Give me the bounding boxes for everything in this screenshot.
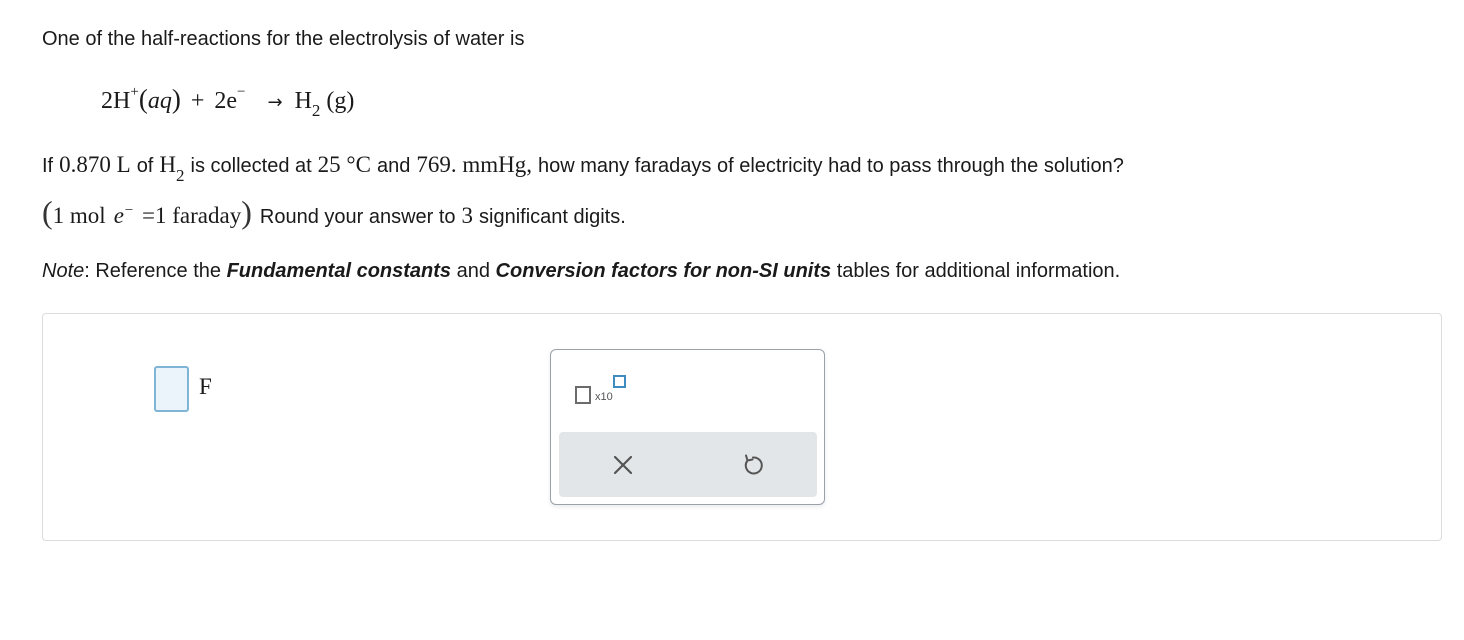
undo-button[interactable] [737,449,769,481]
electron-symbol: e− [113,202,135,228]
exponent-box-icon [613,375,626,388]
answer-panel: F x10 [42,313,1442,541]
faraday-text: 1 faraday [155,203,242,228]
answer-input[interactable] [154,366,189,412]
action-bar [559,432,817,497]
digits-count: 3 [461,203,474,228]
clear-button[interactable] [607,449,639,481]
pressure-value: 769. mmHg, [416,152,532,177]
mole-text: 1 mol [52,203,106,228]
note-label: Note [42,260,85,282]
note-intro: : Reference the [84,260,221,282]
note-tail: tables for additional information. [836,260,1121,282]
temperature-value: 25 °C [317,152,371,177]
product-h2: H2 [294,88,321,120]
scientific-notation-button[interactable]: x10 [573,372,629,412]
question-part: of [136,155,154,177]
round-instruction-tail: significant digits. [479,206,626,228]
hint-close-paren: ) [241,194,252,230]
note-text: Note: Reference the Fundamental constant… [42,260,1120,283]
reactant-ion: 2H+ [101,84,139,115]
unit-label: F [199,374,212,399]
intro-text: One of the half-reactions for the electr… [42,28,525,50]
close-icon [613,455,633,475]
state-g: (g) [326,88,355,114]
plus-sign: + [190,88,205,114]
mantissa-box-icon [575,386,591,404]
volume-value: 0.870 L [59,152,131,177]
gas-formula: H2 [159,152,185,185]
question-part: how many faradays of electricity had to … [537,155,1124,177]
question-part: and [376,155,411,177]
fundamental-constants-link[interactable]: Fundamental constants [227,260,451,282]
note-and: and [456,260,490,282]
electrons: 2e− [214,84,246,115]
state-open-paren: ( [138,84,148,114]
state-close-paren: ) [171,84,181,114]
undo-icon [744,454,763,475]
math-toolbar: x10 [550,349,825,505]
round-instruction: Round your answer to [259,206,456,228]
hint-open-paren: ( [42,194,53,230]
x10-label: x10 [595,391,613,403]
reaction-arrow: → [267,92,283,113]
question-text: If 0.870 L of H2 is collected at 25 °C a… [42,152,1124,185]
equals-sign: = [142,203,156,228]
half-reaction-equation: 2H+ ( aq ) + 2e− → H2 (g) [101,84,355,120]
conversion-factors-link[interactable]: Conversion factors for non-SI units [496,260,832,282]
question-part: If [42,155,54,177]
question-part: is collected at [190,155,312,177]
state-aq: aq [147,88,172,114]
faraday-hint: ( 1 mol e− = 1 faraday ) Round your answ… [42,196,626,229]
